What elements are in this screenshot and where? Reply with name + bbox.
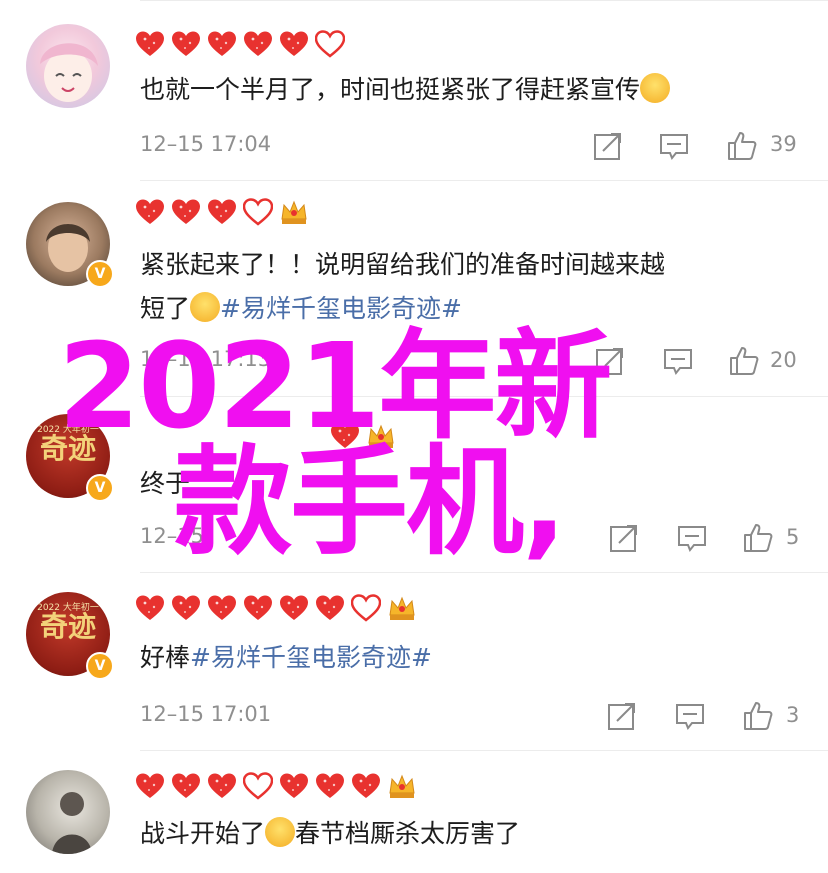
heart-badge-icon [243, 772, 273, 800]
heart-badge-icon [135, 772, 165, 800]
heart-badge-icon [207, 772, 237, 800]
avatar[interactable] [26, 24, 110, 108]
heart-badge-icon [243, 30, 273, 58]
anime-avatar-icon [40, 43, 98, 102]
heart-badge-icon [171, 198, 201, 226]
laugh-emoji-icon [640, 73, 671, 103]
heart-badge-icon [171, 30, 201, 58]
comment-time: 12–15 17:01 [140, 702, 272, 726]
overlay-line: 2021年新 [58, 317, 612, 455]
comment-icon[interactable] [658, 130, 690, 162]
comment-text-plain: 好棒 [140, 643, 191, 672]
comment-text: 好棒#易烊千玺电影奇迹# [140, 636, 800, 680]
like-count: 20 [770, 348, 797, 372]
heart-badge-icon [315, 772, 345, 800]
heart-badge-icon [207, 594, 237, 622]
heart-badge-icon [207, 198, 237, 226]
badge-row [135, 590, 417, 626]
heart-badge-icon [279, 30, 309, 58]
heart-badge-icon [207, 30, 237, 58]
crown-badge-icon [387, 771, 417, 801]
crown-badge-icon [387, 593, 417, 623]
heart-badge-icon [315, 30, 345, 58]
overlay-headline: 2021年新 款手机, [58, 317, 618, 571]
heart-badge-icon [351, 772, 381, 800]
comment-time: 12–15 17:04 [140, 132, 272, 156]
like-icon[interactable] [728, 345, 760, 377]
comment-icon[interactable] [676, 522, 708, 554]
heart-badge-icon [279, 594, 309, 622]
verified-badge-icon: V [86, 260, 114, 288]
comment-text: 也就一个半月了，时间也挺紧张了得赶紧宣传 [140, 68, 800, 112]
avatar[interactable] [26, 770, 110, 854]
share-icon[interactable] [592, 130, 624, 162]
comment-icon[interactable] [674, 700, 706, 732]
comment-text: 战斗开始了 春节档厮杀太厉害了 [140, 812, 800, 856]
divider [140, 750, 828, 751]
heart-badge-icon [315, 594, 345, 622]
heart-badge-icon [171, 594, 201, 622]
heart-badge-icon [135, 198, 165, 226]
like-count: 5 [786, 525, 800, 549]
heart-badge-icon [279, 772, 309, 800]
divider [140, 572, 828, 573]
heart-badge-icon [171, 772, 201, 800]
badge-row [135, 26, 345, 62]
verified-badge-icon: V [86, 652, 114, 680]
topic-link[interactable]: #易烊千玺电影奇迹# [190, 643, 432, 672]
like-icon[interactable] [726, 130, 758, 162]
smile-emoji-icon [265, 817, 296, 847]
heart-badge-icon [351, 594, 381, 622]
like-count: 3 [786, 703, 800, 727]
comment-text-plain: 战斗开始了 [140, 819, 266, 848]
overlay-line: 款手机, [174, 433, 567, 571]
comment-icon[interactable] [662, 345, 694, 377]
comment-text-plain: 春节档厮杀太厉害了 [295, 819, 521, 848]
poster-title: 奇迹 [39, 610, 96, 643]
comment-text-body: 也就一个半月了，时间也挺紧张了得赶紧宣传 [140, 75, 641, 104]
comment-text-line: 紧张起来了！！说明留给我们的准备时间越来越 [140, 250, 666, 279]
divider [140, 180, 828, 181]
heart-badge-icon [243, 198, 273, 226]
heart-badge-icon [135, 594, 165, 622]
top-divider [140, 0, 828, 1]
photo-avatar-icon [52, 792, 92, 854]
like-icon[interactable] [742, 522, 774, 554]
share-icon[interactable] [606, 700, 638, 732]
crown-badge-icon [279, 197, 309, 227]
heart-badge-icon [135, 30, 165, 58]
badge-row [135, 768, 417, 804]
badge-row [135, 194, 309, 230]
like-count: 39 [770, 132, 797, 156]
like-icon[interactable] [742, 700, 774, 732]
heart-badge-icon [243, 594, 273, 622]
